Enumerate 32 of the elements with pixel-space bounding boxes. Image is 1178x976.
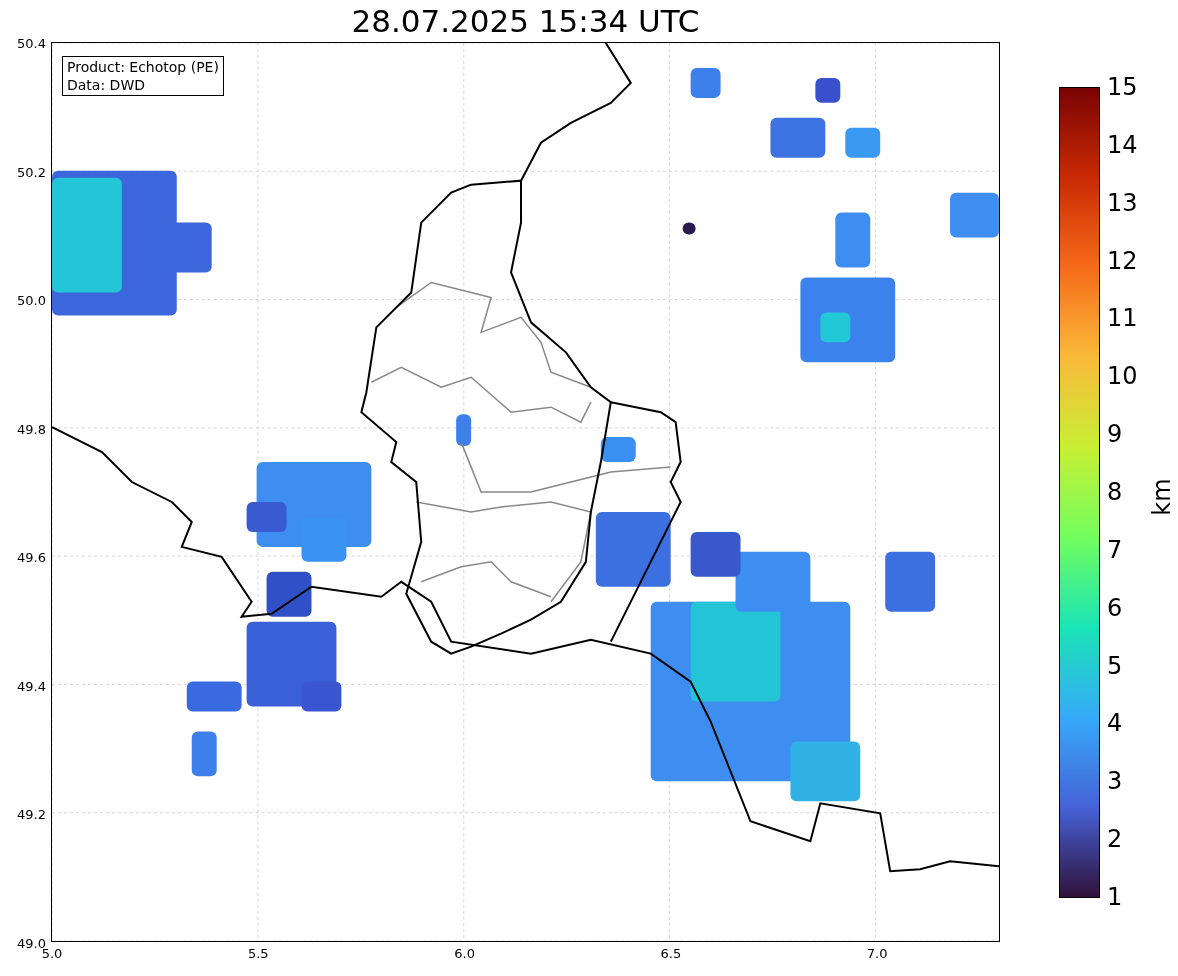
- y-tick-label: 49.6: [17, 550, 46, 564]
- colorbar-tick-label: 5: [1107, 653, 1123, 678]
- chart-title: 28.07.2025 15:34 UTC: [351, 5, 700, 37]
- colorbar-tick-label: 1: [1107, 885, 1123, 909]
- legend-text: Data: DWD: [67, 76, 146, 94]
- colorbar-tick-label: 13: [1107, 190, 1138, 215]
- colorbar-tick-label: 8: [1107, 480, 1123, 504]
- y-tick-label: 49.2: [17, 807, 46, 821]
- colorbar-tick-label: 15: [1107, 75, 1138, 99]
- y-tick-label: 49.8: [17, 422, 46, 436]
- colorbar-tick-label: 10: [1107, 364, 1138, 389]
- x-tick-label: 6.5: [660, 947, 682, 960]
- y-tick-label: 50.4: [17, 36, 46, 50]
- colorbar-tick-label: 2: [1107, 827, 1123, 852]
- colorbar-tick-label: 7: [1107, 537, 1123, 562]
- y-tick-label: 49.4: [17, 679, 46, 693]
- colorbar-tick-label: 14: [1107, 132, 1138, 157]
- colorbar-tick-label: 9: [1107, 422, 1123, 447]
- colorbar-tick-label: 12: [1107, 248, 1138, 273]
- y-tick-label: 50.2: [17, 165, 46, 179]
- colorbar-tick-label: 6: [1107, 595, 1123, 620]
- colorbar-tick-label: 3: [1107, 769, 1123, 794]
- colorbar-tick-label: 11: [1107, 306, 1138, 331]
- x-tick-label: 5.0: [41, 947, 63, 960]
- colorbar-tick-label: 4: [1107, 711, 1123, 736]
- x-tick-label: 7.0: [866, 947, 888, 960]
- colorbar-label: km: [1149, 478, 1174, 516]
- y-tick-label: 50.0: [17, 293, 46, 307]
- x-tick-label: 6.0: [454, 947, 475, 960]
- legend-text: Product: Echotop (PE): [67, 58, 219, 76]
- x-tick-label: 5.5: [247, 947, 269, 960]
- y-tick-label: 49.0: [17, 936, 46, 950]
